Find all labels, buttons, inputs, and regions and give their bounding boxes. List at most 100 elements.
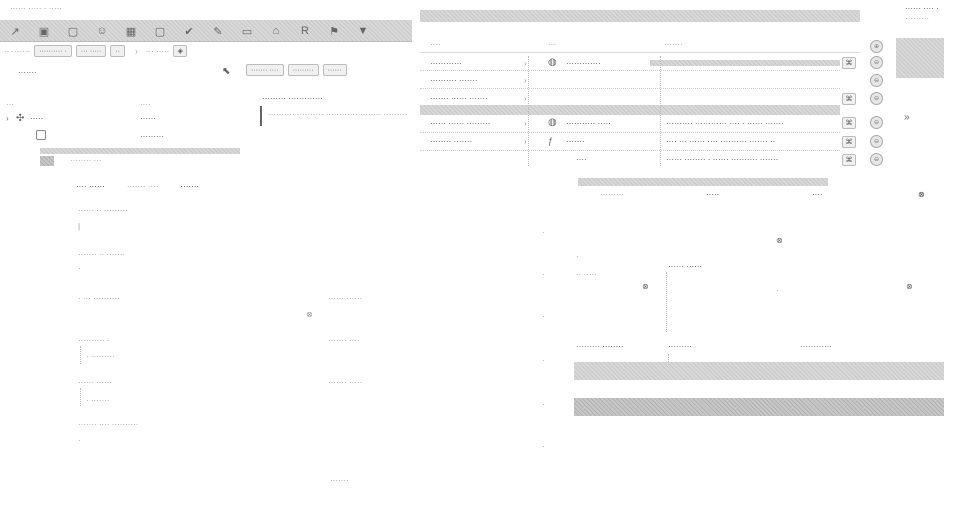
subtab-3[interactable]: ······: [322, 64, 347, 76]
tab-2[interactable]: ·········· ·: [34, 45, 72, 57]
tree-scrollbar[interactable]: [40, 148, 240, 154]
subtab-1[interactable]: ······· ····: [246, 64, 284, 76]
form-tab-2[interactable]: ······· ····: [127, 182, 159, 191]
tab-4[interactable]: ··: [110, 45, 126, 57]
function-icon: ƒ: [548, 136, 554, 146]
tree-col-2: ····: [140, 100, 151, 109]
form-field-5[interactable]: [80, 388, 81, 406]
form-right-label-3: ······· ·····: [328, 378, 363, 387]
row6-remove-icon[interactable]: ⊖: [870, 153, 883, 166]
cursor-icon: ⬉: [222, 66, 231, 77]
row6-edit-button[interactable]: ⌘: [842, 154, 856, 166]
diagram-band-2: [574, 398, 944, 416]
expand-icon[interactable]: ›: [6, 114, 9, 123]
form-field-5-value: · ·······: [86, 396, 110, 405]
grid-header-type: ···: [548, 40, 556, 49]
grid-row-2-arrow-icon: ›: [524, 76, 527, 85]
grid-line-2: [420, 88, 840, 89]
form-tab-1[interactable]: ···· ······: [76, 182, 105, 191]
globe-icon: ◍: [548, 57, 557, 68]
tab-1[interactable]: ·· ·······: [4, 47, 30, 56]
form-label-3: · ··· ··········: [78, 294, 120, 303]
diagram-box-mark: ·: [776, 286, 779, 295]
grid-row-4[interactable]: ······ ······ ········· › ◍ ··········· …: [420, 116, 860, 130]
tree-header: ·······: [18, 68, 37, 77]
diagram-header-strip: [578, 178, 828, 186]
diagram-side-1: ·: [542, 228, 545, 237]
form-field-4[interactable]: [80, 346, 81, 364]
image-icon[interactable]: ▣: [35, 22, 53, 40]
person-icon[interactable]: ☺: [93, 22, 111, 40]
grid-row-2[interactable]: ·········· ······· ›: [420, 74, 860, 86]
form-footer[interactable]: ·······: [330, 476, 349, 485]
grid-row-5-name: ········ ·······: [430, 137, 473, 146]
arrow-icon[interactable]: ↗: [6, 22, 24, 40]
header-action-icon[interactable]: ⊕: [870, 40, 883, 53]
grid-row-6[interactable]: ···· ······ ········ · ······ ··········…: [420, 152, 860, 166]
row3-remove-icon[interactable]: ⊖: [870, 92, 883, 105]
reader-icon[interactable]: R: [296, 22, 314, 40]
row3-edit-button[interactable]: ⌘: [842, 93, 856, 105]
trash-icon[interactable]: ▭: [238, 22, 256, 40]
diagram-header-right: ····: [812, 190, 823, 199]
diagram-side-3: ·: [542, 312, 545, 321]
diagram-box-title: ······ ······: [668, 262, 703, 271]
grid-row-4-type: ··········· ·····: [566, 119, 611, 128]
diagram-close-icon[interactable]: ⊗: [918, 190, 925, 199]
grid-row-1[interactable]: ············ › ◍ ·············: [420, 56, 860, 70]
diagram-box[interactable]: [666, 272, 667, 332]
tree-col-1: ···: [6, 100, 14, 109]
node-empty-icon: [36, 130, 46, 140]
form-cursor-2[interactable]: ·: [78, 264, 81, 273]
home-icon[interactable]: ⌂: [267, 22, 285, 40]
tree-row-2[interactable]: ·········: [6, 130, 242, 144]
tab-3[interactable]: ··· ·····: [75, 45, 107, 57]
diagram-bottom-2: ·········: [668, 342, 692, 351]
diagram-left-node-icon: ⊗: [642, 282, 649, 291]
grid-row-2-name: ·········· ·······: [430, 76, 478, 85]
grid-row-3-arrow-icon: ›: [524, 94, 527, 103]
grid-row-5[interactable]: ········ ······· › ƒ ······· ···· ··· ··…: [420, 134, 860, 148]
diagram-bottom-tick: [668, 354, 669, 362]
square-icon[interactable]: ▢: [64, 22, 82, 40]
help-icon[interactable]: ▼: [354, 22, 372, 40]
diagram-side-4: ·: [542, 356, 545, 365]
grid-row-5-arrow-icon: ›: [524, 137, 527, 146]
grid-icon[interactable]: ▦: [122, 22, 140, 40]
app-title: ······ ···· ·: [905, 4, 939, 13]
tree-selected-row[interactable]: ········ ···: [40, 156, 240, 166]
diagram-band-1: [574, 362, 944, 380]
row1-edit-button[interactable]: ⌘: [842, 57, 856, 69]
form-label-1: ······ ·· ·········: [78, 206, 128, 215]
subtab-2[interactable]: ·········: [287, 64, 319, 76]
grid-row-1-arrow-icon: ›: [524, 59, 527, 68]
row4-edit-button[interactable]: ⌘: [842, 117, 856, 129]
grid-row-3[interactable]: ······· ······ ······· ›: [420, 92, 860, 104]
tree-row-1-name: ·····: [30, 114, 44, 123]
check-icon[interactable]: ✔: [180, 22, 198, 40]
pin-icon[interactable]: ◈: [173, 45, 188, 57]
tab-right-label[interactable]: ··· ·····: [146, 47, 170, 56]
row1-remove-icon[interactable]: ⊖: [870, 56, 883, 69]
tree-row-1[interactable]: › ✣ ····· ······: [6, 113, 242, 126]
grid-row-4-desc: ·········· ············ ···· · ······ ··…: [666, 119, 784, 128]
form-cursor-6[interactable]: ·: [78, 436, 81, 445]
app-subtitle: ·········: [905, 14, 929, 23]
square2-icon[interactable]: ▢: [151, 22, 169, 40]
diagram-left-text: ·· ·····: [576, 270, 597, 279]
pen-icon[interactable]: ✎: [209, 22, 227, 40]
tab-chevron-icon[interactable]: ›: [135, 47, 138, 56]
flag-icon[interactable]: ⚑: [325, 22, 343, 40]
title-bar-right: [420, 10, 860, 22]
form-tab-3[interactable]: ·······: [180, 182, 199, 191]
form-cursor-1[interactable]: |: [78, 222, 80, 231]
side-arrow-icon[interactable]: »: [904, 112, 910, 123]
grid-row-6-type: ····: [576, 155, 587, 164]
form-label-6: ······· ···· ··········: [78, 420, 139, 429]
tree-row-2-value: ·········: [140, 132, 164, 141]
row4-remove-icon[interactable]: ⊖: [870, 116, 883, 129]
row5-edit-button[interactable]: ⌘: [842, 136, 856, 148]
row2-remove-icon[interactable]: ⊖: [870, 74, 883, 87]
row5-remove-icon[interactable]: ⊖: [870, 135, 883, 148]
title-caption: ······ ····· · ·····: [10, 4, 62, 13]
